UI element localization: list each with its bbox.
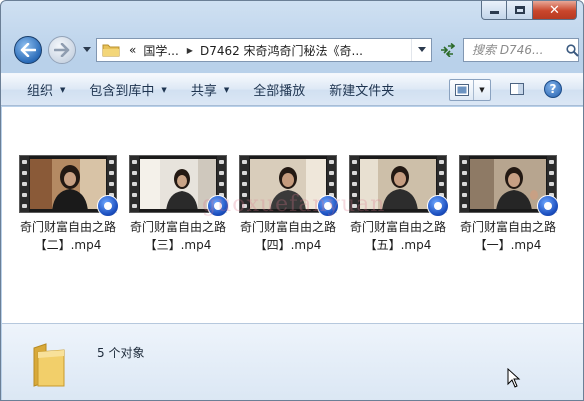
back-button[interactable] xyxy=(14,36,42,64)
film-strip-edge xyxy=(350,156,359,212)
explorer-window: ✕ « 国学... ▶ D7462 宋奇鸿奇门秘法《奇... 搜索 D746..… xyxy=(0,0,584,401)
forward-arrow-icon xyxy=(54,43,70,57)
file-list-area[interactable]: 奇门财富自由之路 【二】.mp4 奇门财富自由之路 【三】.mp4 奇门财富自由… xyxy=(2,107,583,323)
search-icon[interactable] xyxy=(566,43,579,57)
film-strip-edge xyxy=(130,156,139,212)
navigation-bar: « 国学... ▶ D7462 宋奇鸿奇门秘法《奇... xyxy=(1,33,583,67)
caption-buttons: ✕ xyxy=(481,1,577,21)
file-name-line-1: 奇门财富自由之路 xyxy=(239,220,336,234)
file-item[interactable]: 奇门财富自由之路 【四】.mp4 xyxy=(233,155,343,254)
back-arrow-icon xyxy=(20,43,36,57)
chevron-down-icon: ▼ xyxy=(60,85,66,94)
search-input[interactable] xyxy=(472,43,564,57)
chevron-down-icon xyxy=(417,47,426,52)
file-name-line-2: 【二】.mp4 xyxy=(34,238,102,252)
media-player-badge-icon xyxy=(317,195,339,217)
close-button[interactable]: ✕ xyxy=(533,1,577,20)
view-icon xyxy=(450,80,474,100)
help-button[interactable]: ? xyxy=(544,80,562,98)
file-name: 奇门财富自由之路 【二】.mp4 xyxy=(13,218,123,254)
media-player-badge-icon xyxy=(97,195,119,217)
refresh-icon xyxy=(441,43,455,57)
video-frame xyxy=(360,159,436,209)
preview-pane-icon xyxy=(510,83,524,95)
help-icon: ? xyxy=(549,82,557,96)
preview-pane-button[interactable] xyxy=(509,81,525,97)
address-history-dropdown[interactable] xyxy=(411,39,431,61)
address-bar[interactable]: « 国学... ▶ D7462 宋奇鸿奇门秘法《奇... xyxy=(96,38,432,62)
file-item[interactable]: 奇门财富自由之路 【三】.mp4 xyxy=(123,155,233,254)
file-name-line-2: 【四】.mp4 xyxy=(254,238,322,252)
file-name: 奇门财富自由之路 【五】.mp4 xyxy=(343,218,453,254)
minimize-icon xyxy=(489,11,499,14)
file-name-line-1: 奇门财富自由之路 xyxy=(129,220,226,234)
video-frame xyxy=(30,159,106,209)
details-pane: 5 个对象 xyxy=(2,323,583,400)
file-name-line-1: 奇门财富自由之路 xyxy=(349,220,446,234)
refresh-button[interactable] xyxy=(434,38,460,62)
change-view-button[interactable]: ▼ xyxy=(449,79,491,101)
maximize-icon xyxy=(514,6,525,14)
organize-label: 组织 xyxy=(27,84,54,99)
video-frame xyxy=(470,159,546,209)
file-name: 奇门财富自由之路 【三】.mp4 xyxy=(123,218,233,254)
search-box[interactable] xyxy=(463,38,579,62)
chevron-down-icon xyxy=(83,47,91,52)
media-player-badge-icon xyxy=(537,195,559,217)
minimize-button[interactable] xyxy=(481,1,507,20)
file-name-line-2: 【五】.mp4 xyxy=(364,238,432,252)
include-in-library-label: 包含到库中 xyxy=(89,84,155,99)
close-icon: ✕ xyxy=(549,2,560,18)
video-frame xyxy=(140,159,216,209)
folder-icon xyxy=(102,43,120,57)
film-strip-edge xyxy=(20,156,29,212)
play-all-label: 全部播放 xyxy=(253,84,306,99)
media-player-badge-icon xyxy=(207,195,229,217)
breadcrumb-segment-1[interactable]: 国学... xyxy=(143,42,178,59)
video-thumbnail xyxy=(459,155,559,217)
video-frame xyxy=(250,159,326,209)
organize-menu[interactable]: 组织 ▼ xyxy=(15,77,77,103)
new-folder-button[interactable]: 新建文件夹 xyxy=(317,77,406,103)
breadcrumb-segment-2[interactable]: D7462 宋奇鸿奇门秘法《奇... xyxy=(200,42,363,59)
recent-pages-dropdown[interactable] xyxy=(81,44,93,56)
file-name-line-2: 【一】.mp4 xyxy=(474,238,542,252)
video-thumbnail xyxy=(239,155,339,217)
file-name-line-1: 奇门财富自由之路 xyxy=(459,220,556,234)
film-strip-edge xyxy=(460,156,469,212)
file-name: 奇门财富自由之路 【一】.mp4 xyxy=(453,218,563,254)
chevron-down-icon: ▼ xyxy=(161,85,167,94)
view-options-dropdown[interactable]: ▼ xyxy=(474,86,490,94)
film-strip-edge xyxy=(240,156,249,212)
new-folder-label: 新建文件夹 xyxy=(329,84,395,99)
address-overflow-chevron[interactable]: « xyxy=(129,43,136,57)
video-thumbnail xyxy=(19,155,119,217)
include-in-library-menu[interactable]: 包含到库中 ▼ xyxy=(77,77,178,103)
file-item[interactable]: 奇门财富自由之路 【五】.mp4 xyxy=(343,155,453,254)
mouse-pointer-icon xyxy=(507,368,521,388)
forward-button[interactable] xyxy=(48,36,76,64)
video-thumbnail xyxy=(349,155,449,217)
item-count-status: 5 个对象 xyxy=(97,346,145,360)
video-thumbnail xyxy=(129,155,229,217)
file-name: 奇门财富自由之路 【四】.mp4 xyxy=(233,218,343,254)
chevron-down-icon: ▼ xyxy=(223,85,230,94)
chevron-down-icon: ▼ xyxy=(479,86,485,94)
command-bar: 组织 ▼ 包含到库中 ▼ 共享 ▼ 全部播放 新建文件夹 ▼ ? xyxy=(1,73,583,106)
breadcrumb-separator-icon[interactable]: ▶ xyxy=(187,46,193,55)
share-label: 共享 xyxy=(190,84,217,99)
file-item[interactable]: 奇门财富自由之路 【一】.mp4 xyxy=(453,155,563,254)
play-all-button[interactable]: 全部播放 xyxy=(241,77,317,103)
file-name-line-2: 【三】.mp4 xyxy=(144,238,212,252)
media-player-badge-icon xyxy=(427,195,449,217)
file-item[interactable]: 奇门财富自由之路 【二】.mp4 xyxy=(13,155,123,254)
file-name-line-1: 奇门财富自由之路 xyxy=(19,220,116,234)
folder-icon xyxy=(32,342,66,388)
share-menu[interactable]: 共享 ▼ xyxy=(179,77,241,103)
maximize-button[interactable] xyxy=(507,1,533,20)
